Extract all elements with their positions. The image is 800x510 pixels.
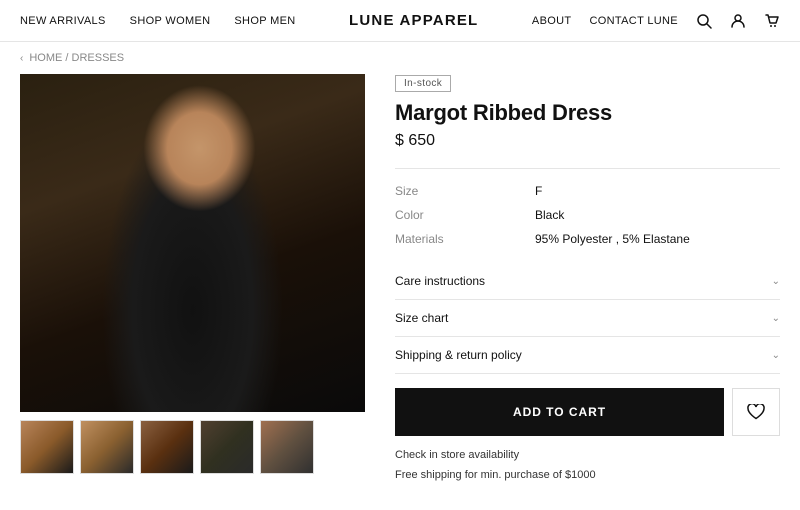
detail-materials: Materials 95% Polyester , 5% Elastane [395, 227, 780, 251]
site-header: NEW ARRIVALS SHOP WOMEN SHOP MEN LUNE AP… [0, 0, 800, 42]
free-shipping-text: Free shipping for min. purchase of $1000 [395, 466, 780, 486]
site-logo[interactable]: LUNE APPAREL [349, 12, 478, 29]
thumbnail-3[interactable] [140, 420, 194, 474]
materials-value: 95% Polyester , 5% Elastane [535, 232, 690, 246]
nav-about[interactable]: ABOUT [532, 15, 572, 27]
cart-section: ADD TO CART [395, 388, 780, 436]
divider-top [395, 168, 780, 169]
breadcrumb: ‹ HOME / DRESSES [0, 42, 800, 74]
check-store-text: Check in store availability [395, 446, 780, 466]
in-stock-badge: In-stock [395, 75, 451, 92]
product-name: Margot Ribbed Dress [395, 100, 780, 126]
detail-size: Size F [395, 179, 780, 203]
add-to-cart-button[interactable]: ADD TO CART [395, 388, 724, 436]
thumbnail-4[interactable] [200, 420, 254, 474]
accordion-size-chart[interactable]: Size chart ⌄ [395, 300, 780, 337]
product-price: $ 650 [395, 132, 780, 150]
thumbnail-strip [20, 420, 365, 474]
wishlist-button[interactable] [732, 388, 780, 436]
color-label: Color [395, 208, 475, 222]
search-icon[interactable] [696, 13, 712, 29]
store-info: Check in store availability Free shippin… [395, 446, 780, 486]
product-section: In-stock Margot Ribbed Dress $ 650 Size … [395, 74, 780, 486]
main-content: In-stock Margot Ribbed Dress $ 650 Size … [0, 74, 800, 486]
thumbnail-5[interactable] [260, 420, 314, 474]
product-details: Size F Color Black Materials 95% Polyest… [395, 179, 780, 251]
accordion-size-label: Size chart [395, 311, 448, 325]
account-icon[interactable] [730, 13, 746, 29]
size-label: Size [395, 184, 475, 198]
chevron-down-icon: ⌄ [772, 276, 780, 287]
nav-left: NEW ARRIVALS SHOP WOMEN SHOP MEN [20, 15, 296, 27]
cart-icon[interactable] [764, 13, 780, 29]
detail-color: Color Black [395, 203, 780, 227]
breadcrumb-link[interactable]: HOME / DRESSES [29, 52, 124, 64]
accordion-care[interactable]: Care instructions ⌄ [395, 263, 780, 300]
materials-label: Materials [395, 232, 475, 246]
nav-shop-women[interactable]: SHOP WOMEN [130, 15, 211, 27]
main-product-image [20, 74, 365, 412]
accordion-shipping[interactable]: Shipping & return policy ⌄ [395, 337, 780, 374]
nav-shop-men[interactable]: SHOP MEN [234, 15, 295, 27]
thumbnail-2[interactable] [80, 420, 134, 474]
nav-new-arrivals[interactable]: NEW ARRIVALS [20, 15, 106, 27]
accordion-shipping-label: Shipping & return policy [395, 348, 522, 362]
breadcrumb-back-arrow[interactable]: ‹ [20, 53, 23, 64]
chevron-down-icon: ⌄ [772, 350, 780, 361]
chevron-down-icon: ⌄ [772, 313, 780, 324]
image-section [20, 74, 365, 486]
nav-contact[interactable]: CONTACT LUNE [589, 15, 678, 27]
accordion-care-label: Care instructions [395, 274, 485, 288]
color-value: Black [535, 208, 564, 222]
size-value: F [535, 184, 542, 198]
nav-right: ABOUT CONTACT LUNE [532, 13, 780, 29]
thumbnail-1[interactable] [20, 420, 74, 474]
